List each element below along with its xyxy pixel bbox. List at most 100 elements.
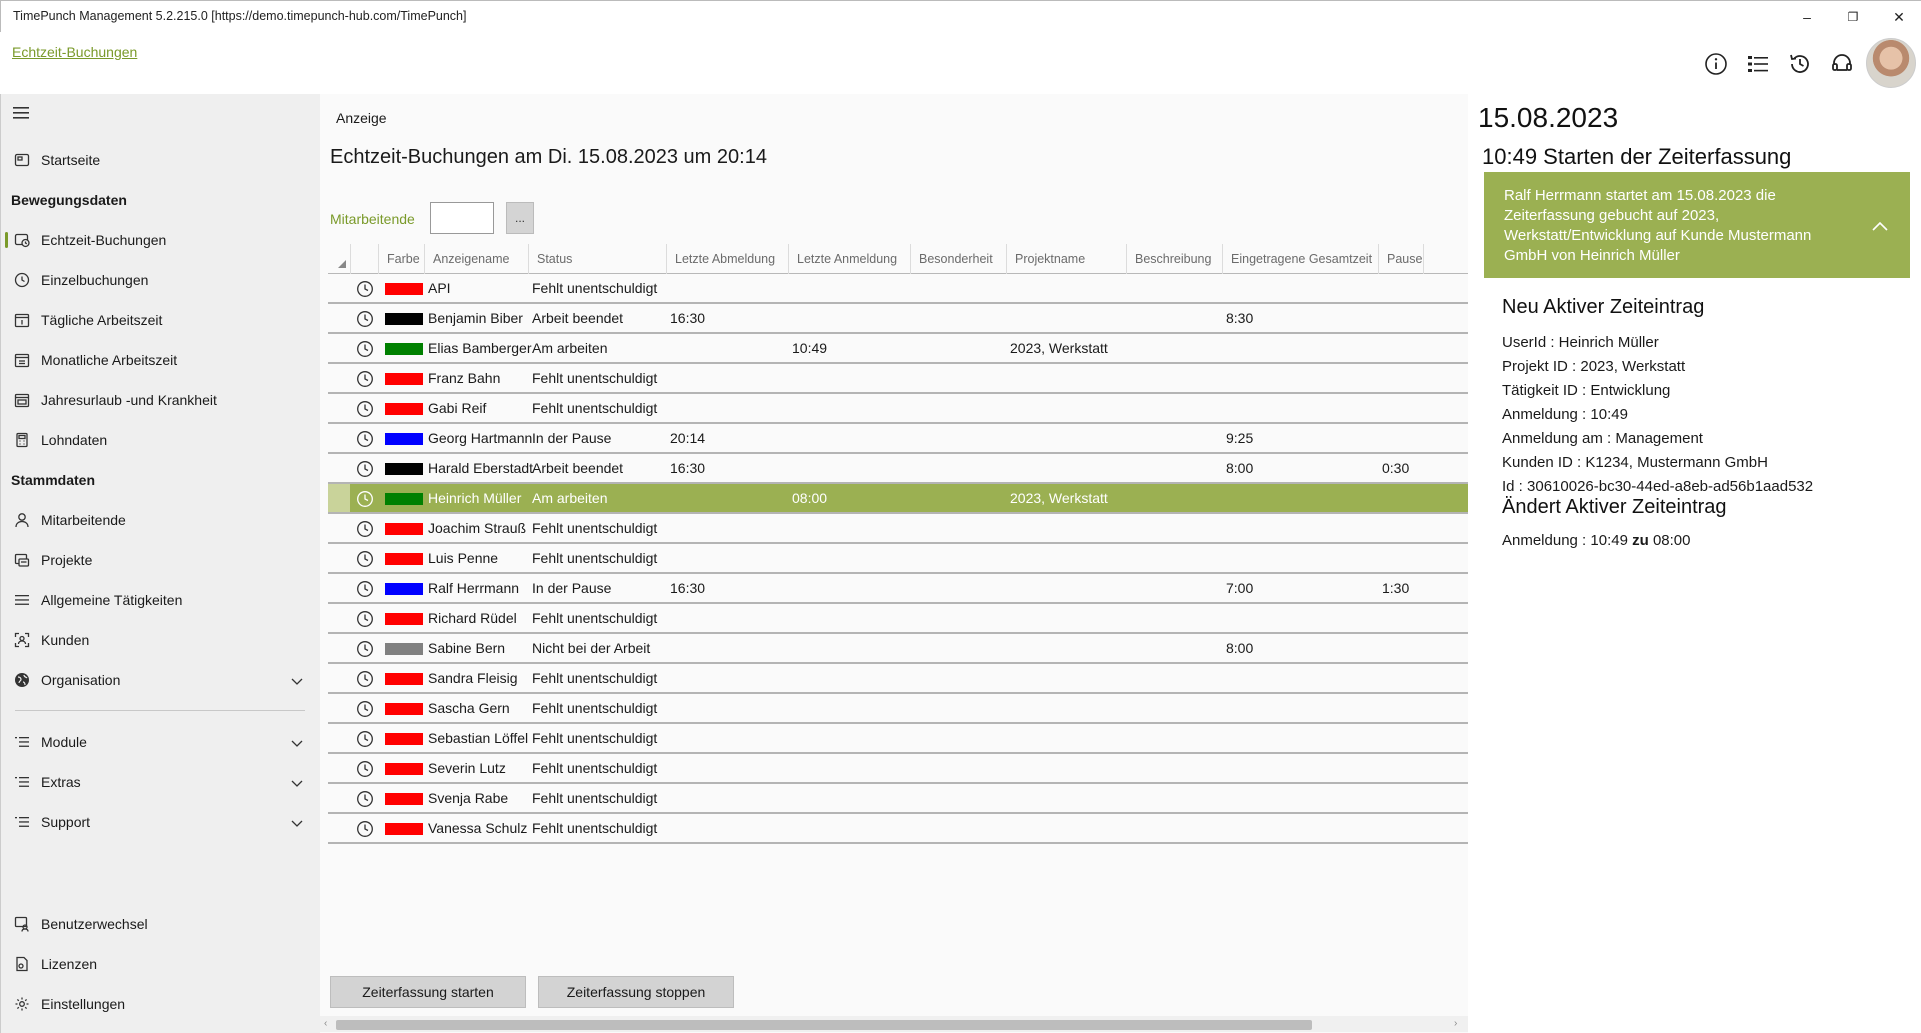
table-row[interactable]: Sandra Fleisig Fehlt unentschuldigt <box>328 664 1468 694</box>
sidebar-item-einstellungen[interactable]: Einstellungen <box>1 988 321 1020</box>
clock-icon[interactable] <box>356 700 374 718</box>
column-header-gesamtzeit[interactable]: Eingetragene Gesamtzeit <box>1222 244 1378 274</box>
row-header[interactable] <box>328 394 350 422</box>
clock-icon[interactable] <box>356 460 374 478</box>
row-header[interactable] <box>328 544 350 572</box>
clock-icon[interactable] <box>356 640 374 658</box>
row-header[interactable] <box>328 274 350 302</box>
sidebar-item-mitarbeitende[interactable]: Mitarbeitende <box>1 504 321 536</box>
clock-icon[interactable] <box>356 610 374 628</box>
sidebar-item-jahresurlaub[interactable]: Jahresurlaub -und Krankheit <box>1 384 321 416</box>
table-row[interactable]: Benjamin Biber Arbeit beendet 16:30 8:30 <box>328 304 1468 334</box>
row-header[interactable] <box>328 304 350 332</box>
clock-icon[interactable] <box>356 370 374 388</box>
sidebar-item-support[interactable]: Support <box>1 806 321 838</box>
sidebar-item-taegliche-arbeitszeit[interactable]: Tägliche Arbeitszeit <box>1 304 321 336</box>
row-header[interactable] <box>328 574 350 602</box>
sidebar-item-allgemeine-taetigkeiten[interactable]: Allgemeine Tätigkeiten <box>1 584 321 616</box>
breadcrumb[interactable]: Echtzeit-Buchungen <box>12 44 137 60</box>
column-header-beschreibung[interactable]: Beschreibung <box>1126 244 1222 274</box>
employee-filter-input[interactable] <box>430 202 494 234</box>
chevron-down-icon[interactable] <box>291 776 303 788</box>
sidebar-item-organisation[interactable]: Organisation <box>1 664 321 696</box>
restore-button[interactable]: ❐ <box>1831 1 1875 33</box>
table-row[interactable]: Joachim Strauß Fehlt unentschuldigt <box>328 514 1468 544</box>
sidebar-item-kunden[interactable]: Kunden <box>1 624 321 656</box>
clock-icon[interactable] <box>356 430 374 448</box>
history-icon[interactable] <box>1784 48 1816 80</box>
clock-icon[interactable] <box>356 280 374 298</box>
clock-icon[interactable] <box>356 340 374 358</box>
table-row[interactable]: API Fehlt unentschuldigt <box>328 274 1468 304</box>
row-header[interactable] <box>328 664 350 692</box>
list-icon[interactable] <box>1742 48 1774 80</box>
start-time-tracking-button[interactable]: Zeiterfassung starten <box>330 976 526 1008</box>
clock-icon[interactable] <box>356 400 374 418</box>
table-row[interactable]: Vanessa Schulz Fehlt unentschuldigt <box>328 814 1468 844</box>
table-row[interactable]: Luis Penne Fehlt unentschuldigt <box>328 544 1468 574</box>
clock-icon[interactable] <box>356 790 374 808</box>
row-header[interactable] <box>328 784 350 812</box>
row-header[interactable] <box>328 514 350 542</box>
row-header[interactable] <box>328 484 350 512</box>
table-row[interactable]: Sascha Gern Fehlt unentschuldigt <box>328 694 1468 724</box>
scroll-right-icon[interactable]: › <box>1454 1018 1457 1029</box>
avatar[interactable] <box>1866 38 1916 88</box>
sidebar-item-benutzerwechsel[interactable]: Benutzerwechsel <box>1 908 321 940</box>
column-header-anzeigename[interactable]: Anzeigename <box>424 244 528 274</box>
table-row[interactable]: Richard Rüdel Fehlt unentschuldigt <box>328 604 1468 634</box>
clock-icon[interactable] <box>356 730 374 748</box>
select-all-corner-icon[interactable] <box>338 260 346 268</box>
sidebar-item-monatliche-arbeitszeit[interactable]: Monatliche Arbeitszeit <box>1 344 321 376</box>
row-header[interactable] <box>328 454 350 482</box>
horizontal-scrollbar[interactable]: ‹ › <box>320 1016 1468 1032</box>
row-header[interactable] <box>328 424 350 452</box>
info-icon[interactable] <box>1700 48 1732 80</box>
table-row[interactable]: Sebastian Löffel Fehlt unentschuldigt <box>328 724 1468 754</box>
row-header[interactable] <box>328 634 350 662</box>
table-row[interactable]: Franz Bahn Fehlt unentschuldigt <box>328 364 1468 394</box>
chevron-down-icon[interactable] <box>291 736 303 748</box>
row-header[interactable] <box>328 814 350 842</box>
chevron-down-icon[interactable] <box>291 816 303 828</box>
stop-time-tracking-button[interactable]: Zeiterfassung stoppen <box>538 976 734 1008</box>
close-button[interactable]: ✕ <box>1877 1 1921 33</box>
sidebar-item-einzelbuchungen[interactable]: Einzelbuchungen <box>1 264 321 296</box>
column-header-letzte-anmeldung[interactable]: Letzte Anmeldung <box>788 244 910 274</box>
clock-icon[interactable] <box>356 820 374 838</box>
column-header-status[interactable]: Status <box>528 244 666 274</box>
row-header[interactable] <box>328 754 350 782</box>
table-row[interactable]: Sabine Bern Nicht bei der Arbeit 8:00 <box>328 634 1468 664</box>
column-header-farbe[interactable]: Farbe <box>378 244 424 274</box>
minimize-button[interactable]: – <box>1785 1 1829 33</box>
table-row[interactable]: Severin Lutz Fehlt unentschuldigt <box>328 754 1468 784</box>
row-header[interactable] <box>328 604 350 632</box>
table-row[interactable]: Svenja Rabe Fehlt unentschuldigt <box>328 784 1468 814</box>
table-row[interactable]: Gabi Reif Fehlt unentschuldigt <box>328 394 1468 424</box>
clock-icon[interactable] <box>356 760 374 778</box>
row-header[interactable] <box>328 364 350 392</box>
sidebar-item-module[interactable]: Module <box>1 726 321 758</box>
clock-icon[interactable] <box>356 670 374 688</box>
chevron-down-icon[interactable] <box>291 674 303 686</box>
table-row[interactable]: Heinrich Müller Am arbeiten 08:00 2023, Wer… <box>328 484 1468 514</box>
table-row[interactable]: Georg Hartmann In der Pause 20:14 9:25 <box>328 424 1468 454</box>
hamburger-menu-icon[interactable] <box>13 106 31 120</box>
clock-icon[interactable] <box>356 550 374 568</box>
row-header[interactable] <box>328 724 350 752</box>
sidebar-item-extras[interactable]: Extras <box>1 766 321 798</box>
sidebar-item-projekte[interactable]: Projekte <box>1 544 321 576</box>
chevron-up-icon[interactable] <box>1872 218 1888 231</box>
table-row[interactable]: Elias Bamberger Am arbeiten 10:49 2023, Wer… <box>328 334 1468 364</box>
sidebar-item-echtzeit-buchungen[interactable]: Echtzeit-Buchungen <box>1 224 321 256</box>
scrollbar-thumb[interactable] <box>336 1020 1312 1030</box>
row-header[interactable] <box>328 694 350 722</box>
column-header-pause[interactable]: Pause <box>1378 244 1424 274</box>
sidebar-item-lizenzen[interactable]: Lizenzen <box>1 948 321 980</box>
sidebar-item-lohndaten[interactable]: Lohndaten <box>1 424 321 456</box>
column-header-projektname[interactable]: Projektname <box>1006 244 1126 274</box>
scroll-left-icon[interactable]: ‹ <box>324 1018 327 1029</box>
sidebar-item-startseite[interactable]: Startseite <box>1 144 321 176</box>
table-row[interactable]: Ralf Herrmann In der Pause 16:30 7:00 1:30 <box>328 574 1468 604</box>
employee-picker-button[interactable]: ... <box>506 202 534 234</box>
